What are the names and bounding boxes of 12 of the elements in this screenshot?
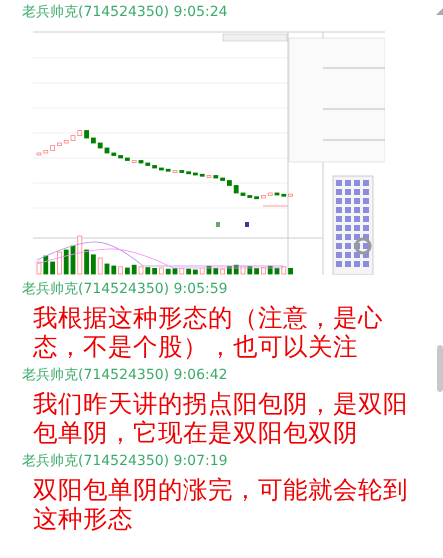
sender-line: 老兵帅克(714524350) 9:07:19 bbox=[21, 452, 228, 470]
sender-line: 老兵帅克(714524350) 9:05:24 bbox=[21, 3, 228, 21]
sender-line: 老兵帅克(714524350) 9:06:42 bbox=[21, 366, 228, 384]
triangle-icon bbox=[436, 8, 443, 15]
sender-line: 老兵帅克(714524350) 9:05:59 bbox=[21, 280, 228, 298]
message-text: 我们昨天讲的拐点阳包阴，是双阳包单阴，它现在是双阳包双阴 bbox=[33, 389, 409, 447]
marker-icon bbox=[216, 222, 220, 227]
marker-icon bbox=[245, 222, 249, 227]
tab-strip bbox=[222, 34, 288, 42]
message-text: 双阳包单阴的涨完，可能就会轮到这种形态 bbox=[33, 475, 409, 533]
scrollbar-thumb[interactable] bbox=[437, 345, 443, 392]
message-text: 我根据这种形态的（注意，是心态，不是个股），也可以关注 bbox=[33, 303, 384, 361]
